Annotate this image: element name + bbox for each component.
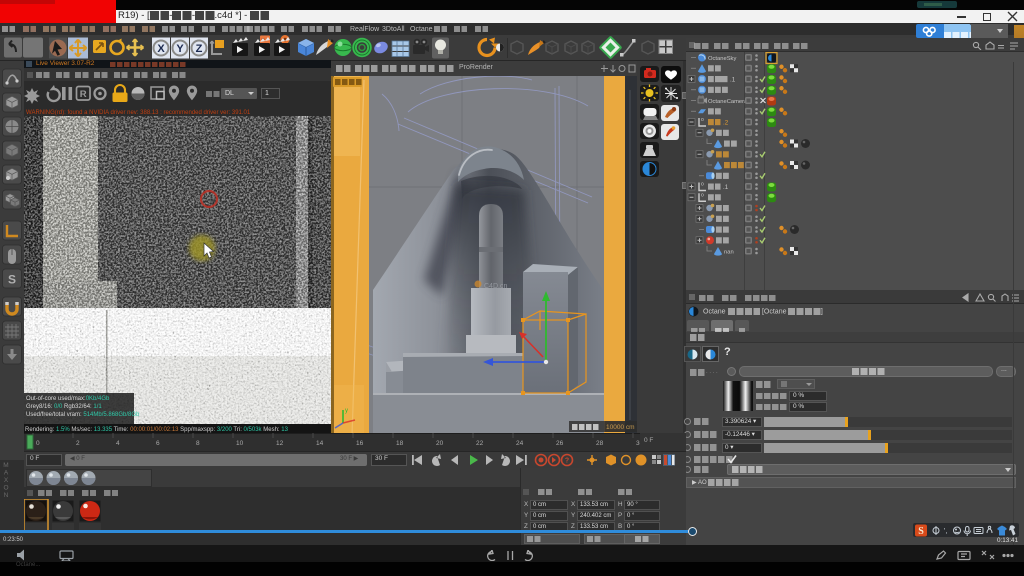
svg-text:12: 12 [276,440,284,447]
svg-text:OctaneSky: OctaneSky [708,56,736,62]
svg-text:y: y [345,408,348,414]
svg-text:20: 20 [436,440,444,447]
svg-text:',: ', [944,528,947,535]
svg-text:6: 6 [156,440,160,447]
svg-text:OctaneCamera: OctaneCamera [708,99,748,105]
svg-text:.1: .1 [723,184,729,191]
svg-text:o: o [701,117,704,123]
svg-text:Z: Z [196,43,203,55]
svg-text:o: o [701,182,704,188]
svg-text:Grey8/16: 0/0 Rgb32/64: 1: Grey8/16: 0/0 Rgb32/64: 1/1 [26,404,102,410]
svg-text:nan: nan [724,249,734,255]
svg-text:4: 4 [116,440,120,447]
svg-text:10: 10 [236,440,244,447]
svg-text:2: 2 [76,440,80,447]
svg-text:C4D.cn: C4D.cn [484,283,507,290]
svg-text:S: S [918,526,924,537]
svg-text:X: X [157,43,165,55]
svg-text:P: P [639,458,644,465]
svg-text:.2: .2 [723,120,729,127]
svg-text:o: o [701,192,704,198]
svg-text:Out-of-core used/max:0Kb/4Gb: Out-of-core used/max:0Kb/4Gb [26,396,110,402]
svg-text:22: 22 [476,440,484,447]
svg-text:18: 18 [396,440,404,447]
svg-text:?: ? [565,458,569,465]
svg-text:0: 0 [36,440,40,447]
svg-text:10000 cm: 10000 cm [606,424,635,431]
svg-text:28: 28 [596,440,604,447]
svg-text:16: 16 [356,440,364,447]
svg-text:24: 24 [516,440,524,447]
svg-text:14: 14 [316,440,324,447]
svg-text:WARNING(rd): found a NVIDIA dr: WARNING(rd): found a NVIDIA driver nev: … [26,110,251,116]
svg-text:26: 26 [556,440,564,447]
svg-text:8: 8 [196,440,200,447]
svg-text:S: S [8,273,16,287]
svg-text:.1: .1 [730,77,736,84]
svg-text:Used/free/total vram: 514Mb/5.: Used/free/total vram: 514Mb/5.868Gb/8Gb [26,412,140,418]
svg-text:Y: Y [176,43,184,55]
svg-text:R: R [80,89,87,100]
